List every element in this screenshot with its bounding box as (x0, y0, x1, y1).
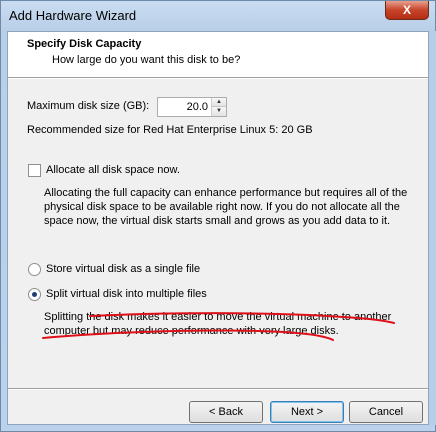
max-disk-size-label: Maximum disk size (GB): (27, 100, 150, 112)
split-description-line: computer but may reduce performance with… (44, 325, 339, 337)
title-bar[interactable]: Add Hardware Wizard X (1, 1, 435, 31)
disk-size-value[interactable]: 20.0 (187, 101, 208, 113)
header-divider (8, 78, 428, 79)
window-border-right (429, 31, 436, 425)
footer-divider-highlight (8, 389, 428, 390)
disk-size-stepper[interactable]: 20.0 ▲ ▼ (157, 97, 227, 117)
page-title: Specify Disk Capacity (27, 38, 142, 50)
stepper-buttons: ▲ ▼ (211, 98, 226, 116)
close-button[interactable]: X (385, 1, 429, 20)
split-files-label[interactable]: Split virtual disk into multiple files (46, 288, 207, 300)
split-description: Splitting the disk makes it easier to mo… (44, 310, 391, 338)
next-button[interactable]: Next > (270, 401, 344, 423)
allocate-now-label[interactable]: Allocate all disk space now. (46, 164, 180, 176)
cancel-button[interactable]: Cancel (349, 401, 423, 423)
back-button[interactable]: < Back (189, 401, 263, 423)
split-files-radio[interactable] (28, 288, 41, 301)
allocate-description-line: Allocating the full capacity can enhance… (44, 187, 408, 199)
allocate-description-line: physical disk space to be available righ… (44, 201, 400, 213)
allocate-description-line: space now, the virtual disk starts small… (44, 215, 391, 227)
page-subtitle: How large do you want this disk to be? (52, 54, 241, 66)
spin-down-icon[interactable]: ▼ (212, 107, 226, 116)
wizard-header: Specify Disk Capacity How large do you w… (8, 32, 428, 78)
spin-up-icon[interactable]: ▲ (212, 98, 226, 107)
split-description-line: Splitting the disk makes it easier to mo… (44, 311, 392, 323)
allocate-description: Allocating the full capacity can enhance… (44, 186, 407, 228)
wizard-page: Specify Disk Capacity How large do you w… (7, 31, 429, 425)
red-underline-annotation (42, 312, 395, 341)
single-file-radio[interactable] (28, 263, 41, 276)
wizard-window: Add Hardware Wizard X Specify Disk Capac… (0, 0, 436, 432)
window-title: Add Hardware Wizard (9, 8, 137, 23)
recommended-size-text: Recommended size for Red Hat Enterprise … (27, 124, 313, 136)
single-file-label[interactable]: Store virtual disk as a single file (46, 263, 200, 275)
allocate-now-checkbox[interactable] (28, 164, 41, 177)
